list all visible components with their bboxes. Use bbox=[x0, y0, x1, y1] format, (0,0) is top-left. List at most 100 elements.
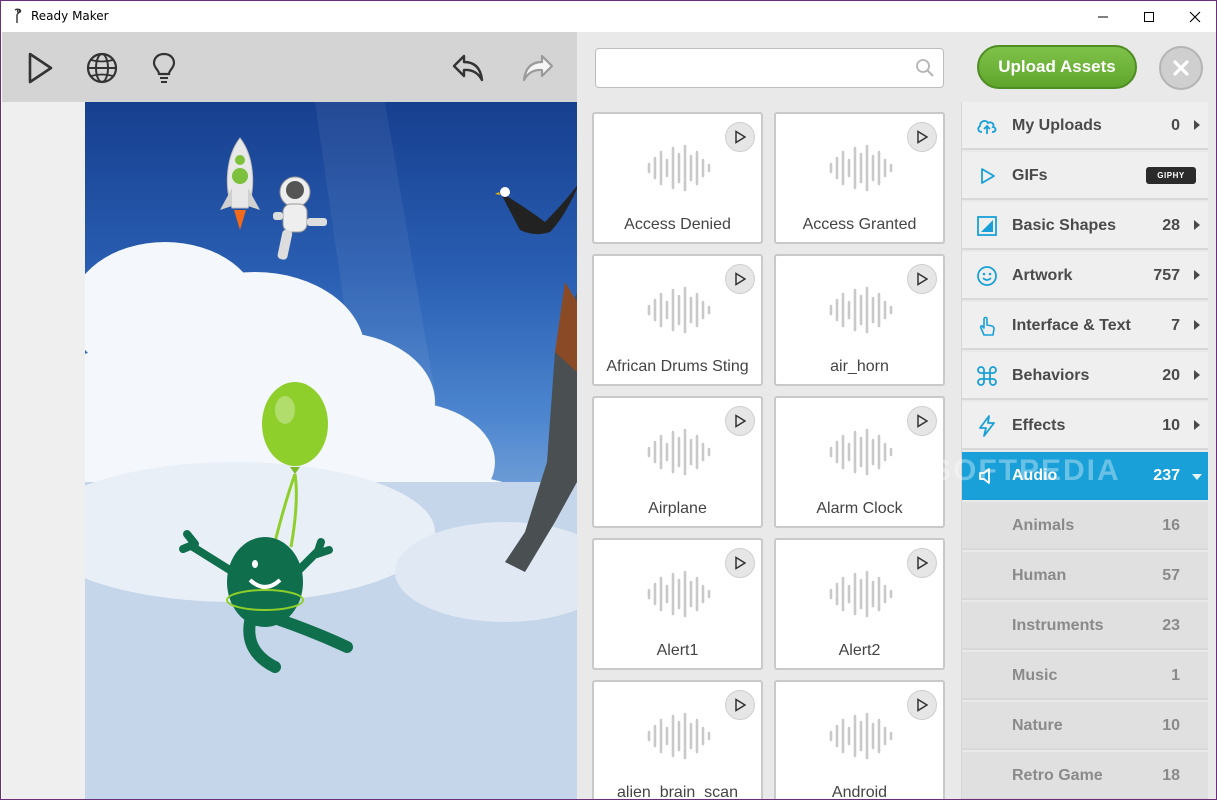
close-window-button[interactable] bbox=[1172, 1, 1216, 32]
play-icon bbox=[917, 272, 928, 286]
play-icon bbox=[917, 130, 928, 144]
subcategory-count: 23 bbox=[1162, 617, 1180, 634]
subcategory-animals[interactable]: Animals 16 bbox=[962, 502, 1208, 550]
category-label: Basic Shapes bbox=[1012, 217, 1117, 234]
subcategory-label: Music bbox=[1012, 667, 1058, 684]
close-panel-button[interactable] bbox=[1159, 46, 1203, 90]
audio-waveform-icon bbox=[829, 712, 893, 760]
subcategory-label: Retro Game bbox=[1012, 767, 1103, 784]
asset-label: Android bbox=[831, 784, 888, 800]
undo-icon bbox=[452, 54, 484, 82]
subcategory-count: 1 bbox=[1171, 667, 1180, 684]
search-input[interactable] bbox=[596, 49, 906, 87]
category-count: 7 bbox=[1171, 317, 1180, 334]
maximize-icon bbox=[1144, 11, 1154, 22]
category-effects[interactable]: Effects 10 bbox=[962, 402, 1208, 450]
stage-gutter bbox=[2, 102, 85, 799]
category-label: Effects bbox=[1012, 417, 1066, 434]
subcategory-count: 10 bbox=[1162, 717, 1180, 734]
preview-play-button[interactable] bbox=[725, 690, 755, 720]
asset-tile[interactable]: Alert2 bbox=[774, 538, 945, 670]
subcategory-retro-game[interactable]: Retro Game 18 bbox=[962, 752, 1208, 799]
hand-pointer-icon bbox=[979, 316, 995, 336]
category-basic-shapes[interactable]: Basic Shapes 28 bbox=[962, 202, 1208, 250]
stage-artwork bbox=[85, 102, 577, 799]
asset-library-panel: Upload Assets Access Denied Access Grant… bbox=[577, 32, 1216, 800]
search-icon[interactable] bbox=[915, 58, 935, 78]
globe-icon bbox=[86, 52, 118, 84]
category-count: 237 bbox=[1153, 467, 1180, 484]
play-icon bbox=[735, 698, 746, 712]
subcategory-instruments[interactable]: Instruments 23 bbox=[962, 602, 1208, 650]
smiley-icon bbox=[977, 266, 997, 286]
play-button[interactable] bbox=[18, 46, 62, 90]
astronaut-image bbox=[273, 176, 327, 260]
asset-tile[interactable]: Alert1 bbox=[592, 538, 763, 670]
category-interface-text[interactable]: Interface & Text 7 bbox=[962, 302, 1208, 350]
audio-waveform-icon bbox=[829, 570, 893, 618]
eagle-image bbox=[495, 185, 577, 235]
preview-play-button[interactable] bbox=[725, 264, 755, 294]
redo-icon bbox=[522, 54, 554, 82]
window-title: Ready Maker bbox=[31, 9, 109, 23]
subcategory-human[interactable]: Human 57 bbox=[962, 552, 1208, 600]
command-icon bbox=[977, 366, 997, 386]
asset-tile[interactable]: Access Denied bbox=[592, 112, 763, 244]
undo-button[interactable] bbox=[446, 46, 490, 90]
category-behaviors[interactable]: Behaviors 20 bbox=[962, 352, 1208, 400]
audio-waveform-icon bbox=[829, 144, 893, 192]
preview-play-button[interactable] bbox=[907, 690, 937, 720]
audio-waveform-icon bbox=[647, 286, 711, 334]
subcategory-label: Human bbox=[1012, 567, 1067, 584]
editor-toolbar bbox=[2, 32, 577, 102]
category-my-uploads[interactable]: My Uploads 0 bbox=[962, 102, 1208, 150]
play-icon bbox=[917, 414, 928, 428]
audio-waveform-icon bbox=[647, 570, 711, 618]
preview-play-button[interactable] bbox=[725, 122, 755, 152]
subcategory-nature[interactable]: Nature 10 bbox=[962, 702, 1208, 750]
lightning-icon bbox=[979, 415, 995, 437]
asset-tile[interactable]: Android bbox=[774, 680, 945, 800]
preview-play-button[interactable] bbox=[725, 406, 755, 436]
preview-play-button[interactable] bbox=[725, 548, 755, 578]
category-gifs[interactable]: GIFs GIPHY bbox=[962, 152, 1208, 200]
preview-play-button[interactable] bbox=[907, 548, 937, 578]
shapes-icon bbox=[977, 216, 997, 236]
play-outline-icon bbox=[981, 168, 995, 184]
audio-waveform-icon bbox=[647, 428, 711, 476]
chevron-right-icon bbox=[1194, 320, 1200, 330]
asset-tile[interactable]: air_horn bbox=[774, 254, 945, 386]
preview-play-button[interactable] bbox=[907, 264, 937, 294]
preview-play-button[interactable] bbox=[907, 122, 937, 152]
game-stage[interactable] bbox=[85, 102, 577, 799]
asset-tile[interactable]: Alarm Clock bbox=[774, 396, 945, 528]
category-artwork[interactable]: Artwork 757 bbox=[962, 252, 1208, 300]
redo-button[interactable] bbox=[516, 46, 560, 90]
subcategory-label: Animals bbox=[1012, 517, 1075, 534]
subcategory-label: Nature bbox=[1012, 717, 1063, 734]
maximize-button[interactable] bbox=[1126, 1, 1172, 32]
play-icon bbox=[917, 698, 928, 712]
play-icon bbox=[735, 556, 746, 570]
subcategory-music[interactable]: Music 1 bbox=[962, 652, 1208, 700]
upload-assets-button[interactable]: Upload Assets bbox=[977, 45, 1137, 89]
audio-waveform-icon bbox=[829, 286, 893, 334]
asset-tile[interactable]: alien_brain_scan bbox=[592, 680, 763, 799]
asset-tile[interactable]: African Drums Sting bbox=[592, 254, 763, 386]
asset-label: Alert1 bbox=[656, 642, 699, 659]
minimize-icon bbox=[1098, 16, 1108, 17]
minimize-button[interactable] bbox=[1080, 1, 1126, 32]
asset-tile[interactable]: Airplane bbox=[592, 396, 763, 528]
category-count: 20 bbox=[1162, 367, 1180, 384]
preview-play-button[interactable] bbox=[907, 406, 937, 436]
cloud-upload-icon bbox=[977, 119, 997, 134]
asset-label: Alarm Clock bbox=[816, 500, 903, 517]
subcategory-count: 16 bbox=[1162, 517, 1180, 534]
asset-tile[interactable]: Access Granted bbox=[774, 112, 945, 244]
close-icon bbox=[1189, 11, 1201, 22]
publish-button[interactable] bbox=[80, 46, 124, 90]
subcategory-label: Instruments bbox=[1012, 617, 1104, 634]
hint-button[interactable] bbox=[142, 46, 186, 90]
category-count: 28 bbox=[1162, 217, 1180, 234]
title-bar: Ready Maker bbox=[1, 1, 1216, 32]
